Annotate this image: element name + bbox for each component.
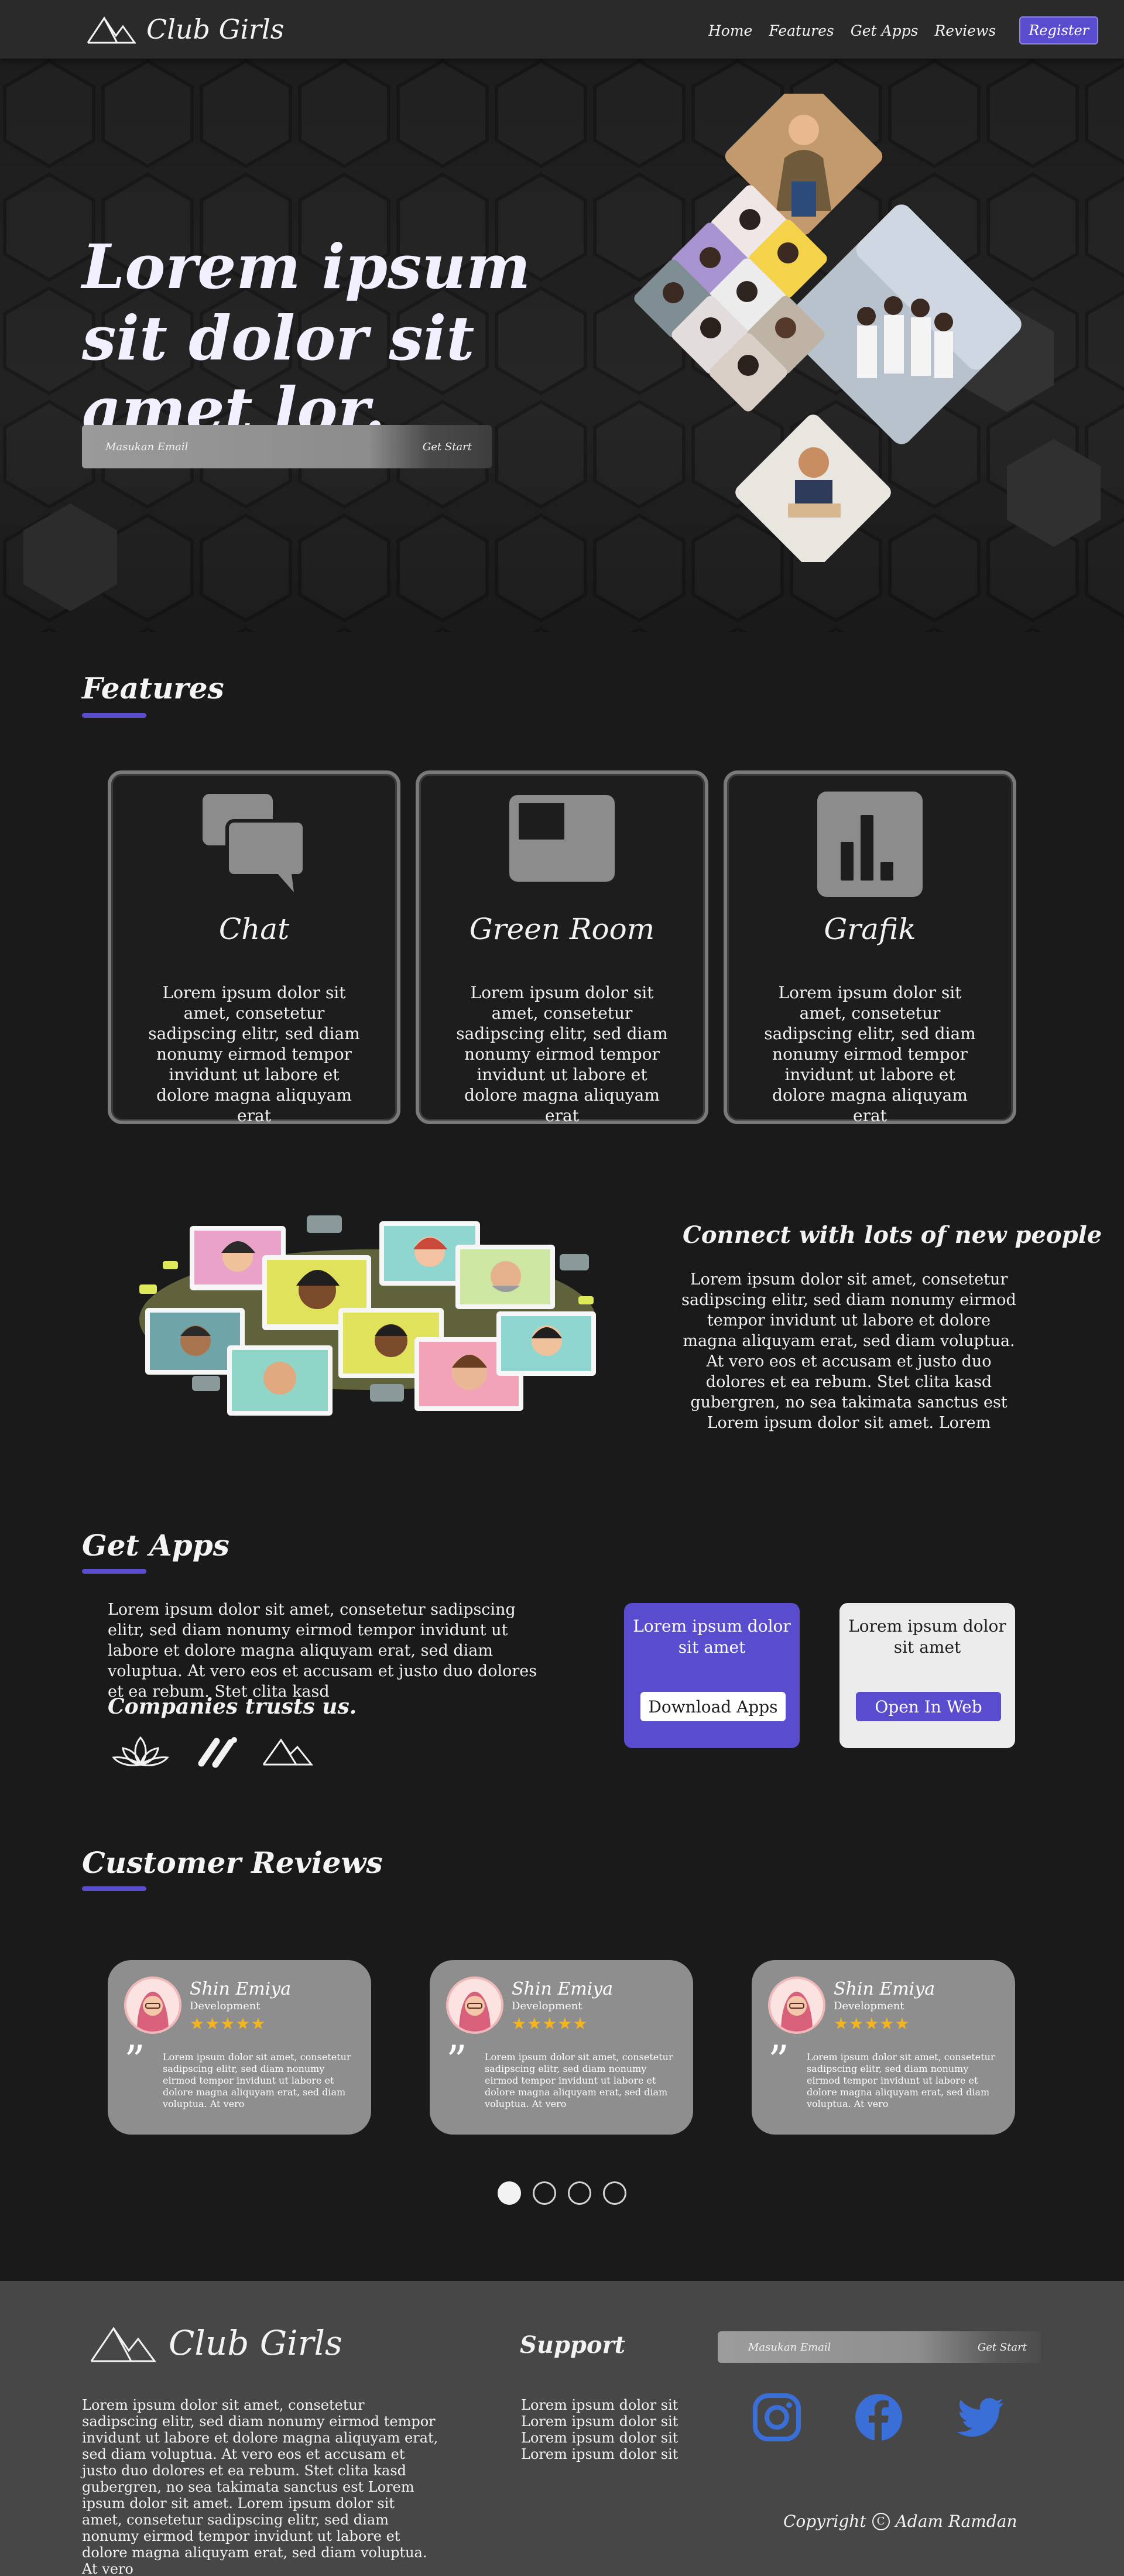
reviewer-name: Shin Emiya [512, 1979, 614, 1999]
connect-desc: Lorem ipsum dolor sit amet, consetetur s… [681, 1270, 1016, 1432]
connect-title: Connect with lots of new people [683, 1221, 1102, 1249]
nav-reviews[interactable]: Reviews [934, 22, 996, 39]
download-apps-button[interactable]: Download Apps [640, 1692, 786, 1721]
support-link-1[interactable]: Lorem ipsum dolor sit [521, 2397, 678, 2413]
feature-desc-chat: Lorem ipsum dolor sit amet, consetetur s… [148, 983, 360, 1125]
lotus-logo-icon [112, 1736, 169, 1766]
pagination-dot-4[interactable] [603, 2181, 626, 2205]
register-button[interactable]: Register [1019, 16, 1099, 44]
copyright-label: Copyright [783, 2512, 866, 2531]
feature-name-chat: Chat [218, 912, 290, 946]
video-room-icon [509, 795, 615, 882]
quote-icon: ” [124, 2037, 145, 2085]
video-call-illustration [139, 1215, 596, 1416]
feature-desc-grafik: Lorem ipsum dolor sit amet, consetetur s… [764, 983, 976, 1125]
nav-get-apps[interactable]: Get Apps [851, 22, 919, 39]
site-header: Club Girls Home Features Get Apps Review… [0, 0, 1124, 59]
video-tile-6 [227, 1345, 333, 1416]
hero-email-form: Masukan Email Get Start [82, 425, 492, 468]
footer-brand-name: Club Girls [169, 2323, 342, 2363]
avatar [446, 1976, 503, 2034]
get-apps-underline [82, 1569, 146, 1574]
support-link-3[interactable]: Lorem ipsum dolor sit [521, 2430, 678, 2446]
reviews-title: Customer Reviews [82, 1845, 383, 1880]
brand-name: Club Girls [146, 13, 285, 45]
bar-chart-icon [817, 792, 923, 897]
features-title: Features [82, 671, 224, 705]
support-links: Lorem ipsum dolor sit Lorem ipsum dolor … [521, 2397, 678, 2462]
star-rating: ★★★★★ [190, 2014, 266, 2033]
avatar [124, 1976, 181, 2034]
copyright-symbol: C [872, 2512, 890, 2530]
reviewer-name: Shin Emiya [190, 1979, 292, 1999]
facebook-icon[interactable] [854, 2392, 904, 2443]
star-rating: ★★★★★ [512, 2014, 588, 2033]
chat-icon [203, 794, 306, 892]
video-tile-4 [455, 1245, 555, 1309]
review-card: Shin Emiya Development ★★★★★ ” Lorem ips… [430, 1960, 693, 2135]
footer-logo[interactable]: Club Girls [90, 2323, 342, 2363]
photo-diamond-bottom [735, 415, 891, 562]
slash-logo-icon [198, 1737, 237, 1768]
hero-section: Lorem ipsum sit dolor sit amet lor. Masu… [0, 59, 1124, 632]
feature-card-green-room[interactable]: Green Room Lorem ipsum dolor sit amet, c… [416, 770, 708, 1125]
copyright-owner: Adam Ramdan [895, 2512, 1017, 2531]
mountain-logo-icon [90, 2327, 156, 2362]
feature-card-grafik[interactable]: Grafik Lorem ipsum dolor sit amet, conse… [724, 770, 1016, 1125]
reviews-underline [82, 1886, 146, 1891]
open-in-web-button[interactable]: Open In Web [856, 1692, 1001, 1721]
footer-email-form: Masukan Email Get Start [718, 2331, 1041, 2363]
mountain-partner-logo-icon [262, 1738, 314, 1766]
hero-photo-collage [634, 94, 1022, 562]
quote-icon: ” [446, 2037, 467, 2085]
web-card-text: Lorem ipsum dolor sit amet [848, 1616, 1006, 1657]
reviewer-name: Shin Emiya [834, 1979, 935, 1999]
pagination-dot-2[interactable] [533, 2181, 556, 2205]
feature-name-grafik: Grafik [824, 912, 916, 946]
hero-email-input[interactable]: Masukan Email [105, 441, 188, 453]
get-apps-title: Get Apps [82, 1528, 229, 1563]
reviewer-role: Development [834, 2000, 904, 2012]
download-card-text: Lorem ipsum dolor sit amet [633, 1616, 791, 1657]
review-text: Lorem ipsum dolor sit amet, consetetur s… [163, 2051, 351, 2109]
hero-get-start-button[interactable]: Get Start [423, 441, 472, 453]
star-rating: ★★★★★ [834, 2014, 910, 2033]
feature-desc-green-room: Lorem ipsum dolor sit amet, consetetur s… [456, 983, 668, 1125]
pagination-dot-3[interactable] [568, 2181, 591, 2205]
review-card: Shin Emiya Development ★★★★★ ” Lorem ips… [108, 1960, 371, 2135]
quote-icon: ” [768, 2037, 789, 2085]
nav-features[interactable]: Features [769, 22, 834, 39]
review-text: Lorem ipsum dolor sit amet, consetetur s… [485, 2051, 673, 2109]
feature-card-chat[interactable]: Chat Lorem ipsum dolor sit amet, consete… [108, 770, 400, 1125]
video-tile-9 [496, 1311, 596, 1376]
support-title: Support [520, 2331, 626, 2359]
pagination-dot-1[interactable] [498, 2181, 521, 2205]
footer-email-input[interactable]: Masukan Email [748, 2341, 831, 2354]
web-app-card: Lorem ipsum dolor sit amet Open In Web [839, 1603, 1015, 1748]
support-link-4[interactable]: Lorem ipsum dolor sit [521, 2446, 678, 2462]
hero-title: Lorem ipsum sit dolor sit amet lor. [82, 231, 531, 446]
reviewer-role: Development [512, 2000, 582, 2012]
feature-name-green-room: Green Room [469, 912, 655, 946]
download-app-card: Lorem ipsum dolor sit amet Download Apps [624, 1603, 800, 1748]
footer-desc: Lorem ipsum dolor sit amet, consetetur s… [82, 2397, 438, 2576]
twitter-icon[interactable] [955, 2392, 1006, 2443]
nav-home[interactable]: Home [708, 22, 752, 39]
trust-title: Companies trusts us. [108, 1694, 357, 1719]
review-card: Shin Emiya Development ★★★★★ ” Lorem ips… [752, 1960, 1015, 2135]
brand-logo[interactable]: Club Girls [87, 12, 284, 47]
reviewer-role: Development [190, 2000, 261, 2012]
footer-get-start-button[interactable]: Get Start [978, 2341, 1027, 2354]
mountain-logo-icon [87, 16, 136, 44]
review-text: Lorem ipsum dolor sit amet, consetetur s… [807, 2051, 995, 2109]
support-link-2[interactable]: Lorem ipsum dolor sit [521, 2413, 678, 2430]
instagram-icon[interactable] [752, 2392, 802, 2443]
features-underline [82, 713, 146, 718]
main-nav: Home Features Get Apps Reviews Register [708, 16, 1099, 44]
get-apps-desc: Lorem ipsum dolor sit amet, consetetur s… [108, 1601, 537, 1701]
copyright: Copyright C Adam Ramdan [783, 2512, 1017, 2531]
avatar [768, 1976, 825, 2034]
